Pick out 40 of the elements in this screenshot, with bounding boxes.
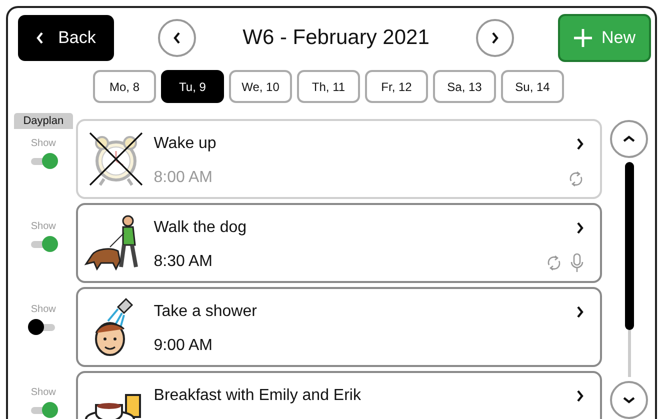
activity-card[interactable]: Wake up 8:00 AM <box>76 119 602 199</box>
day-tab[interactable]: Su, 14 <box>501 70 564 103</box>
previous-week-button[interactable] <box>158 19 196 57</box>
show-label: Show <box>30 387 56 398</box>
day-tab[interactable]: Fr, 12 <box>365 70 428 103</box>
activity-title: Wake up <box>154 135 218 153</box>
activity-title: Walk the dog <box>154 219 248 237</box>
next-week-button[interactable] <box>476 19 514 57</box>
activity-title: Breakfast with Emily and Erik <box>154 387 362 405</box>
activity-card[interactable]: Take a shower 9:00 AM <box>76 287 602 367</box>
chevron-down-icon <box>623 396 636 404</box>
chevron-left-icon <box>36 32 44 44</box>
show-label: Show <box>30 221 56 232</box>
activity-card[interactable]: Walk the dog 8:30 AM <box>76 203 602 283</box>
week-title: W6 - February 2021 <box>242 26 430 50</box>
chevron-right-icon <box>576 390 584 402</box>
day-tab[interactable]: Mo, 8 <box>93 70 156 103</box>
scroll-up-button[interactable] <box>610 120 648 158</box>
show-label: Show <box>30 138 56 149</box>
scrollbar[interactable] <box>624 162 634 377</box>
chevron-right-icon <box>576 138 584 150</box>
back-button[interactable]: Back <box>18 15 114 61</box>
day-tab[interactable]: Tu, 9 <box>161 70 224 103</box>
activity-title: Take a shower <box>154 303 258 321</box>
chevron-up-icon <box>623 135 636 143</box>
day-tab[interactable]: Sa, 13 <box>433 70 496 103</box>
day-tab[interactable]: Th, 11 <box>297 70 360 103</box>
activity-time: 8:30 AM <box>154 253 214 271</box>
activity-card[interactable]: Breakfast with Emily and Erik <box>76 371 602 419</box>
chevron-right-icon <box>576 222 584 234</box>
chevron-left-icon <box>173 32 181 44</box>
plus-icon <box>573 28 594 48</box>
scroll-down-button[interactable] <box>610 381 648 419</box>
show-label: Show <box>30 304 56 315</box>
activity-time: 8:00 AM <box>154 169 214 187</box>
activity-time: 9:00 AM <box>154 337 214 355</box>
day-tab[interactable]: We, 10 <box>229 70 292 103</box>
chevron-right-icon <box>576 306 584 318</box>
chevron-right-icon <box>491 32 499 44</box>
dayplan-label: Dayplan <box>14 113 73 129</box>
